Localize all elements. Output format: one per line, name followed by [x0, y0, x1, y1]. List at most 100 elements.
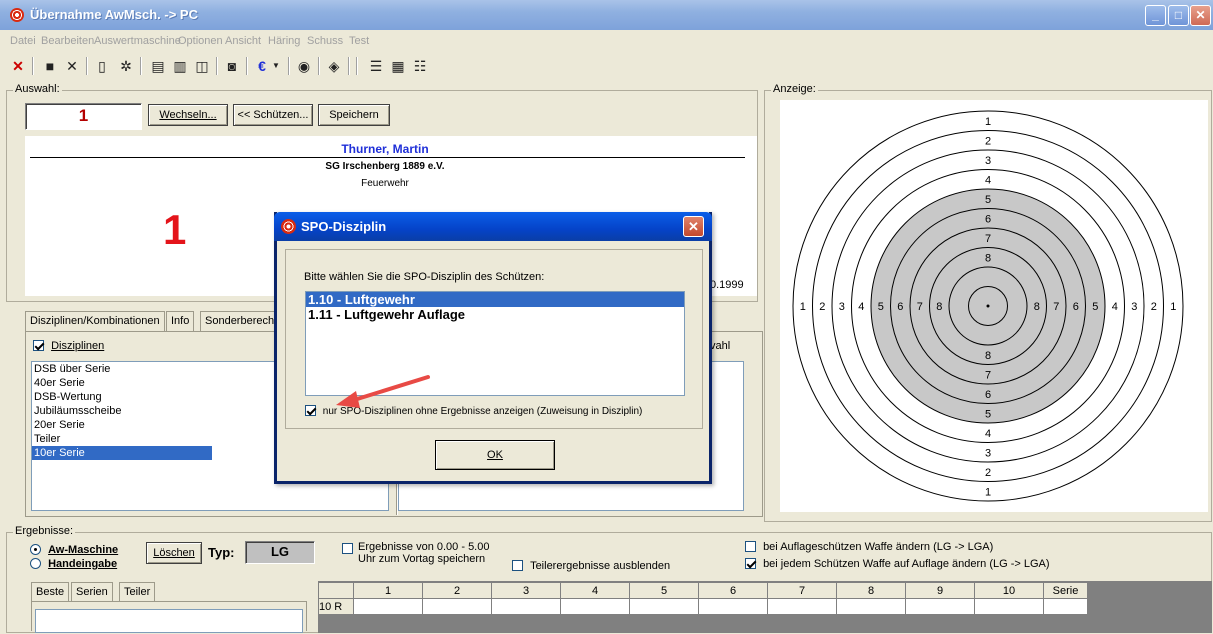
shooter-number-field[interactable]: 1	[25, 103, 142, 130]
tab-sonderberech[interactable]: Sonderberech	[200, 311, 280, 331]
opt-auflage2-row[interactable]: bei jedem Schützen Waffe auf Auflage änd…	[745, 558, 1050, 570]
ring-number: 2	[819, 301, 825, 313]
print-preview-icon[interactable]: ◫	[192, 56, 212, 76]
menu-ansicht[interactable]: Ansicht	[225, 35, 261, 47]
grid-cell[interactable]	[767, 598, 837, 615]
spo-dialog-prompt: Bitte wählen Sie die SPO-Disziplin des S…	[304, 271, 545, 283]
ring-number: 3	[985, 447, 991, 459]
opt-auflage1-row[interactable]: bei Auflageschützen Waffe ändern (LG -> …	[745, 541, 993, 553]
target-app-icon	[10, 8, 24, 22]
target-icon[interactable]: ◉	[294, 56, 314, 76]
ring-number: 7	[917, 301, 923, 313]
ring-number: 4	[985, 428, 991, 440]
radio-aw-maschine-row[interactable]: Aw-Maschine	[30, 544, 118, 556]
ring-number: 8	[936, 301, 942, 313]
grid-cell[interactable]	[836, 598, 906, 615]
shooter-club: SG Irschenberg 1889 e.V.	[325, 161, 445, 172]
save-icon[interactable]: ■	[40, 56, 60, 76]
grid-cell[interactable]	[353, 598, 423, 615]
results-grid: 1 2 3 4 5 6 7 8 9 10 Serie 10 R	[318, 582, 1088, 615]
radio-aw-maschine[interactable]	[30, 544, 41, 555]
results-list[interactable]	[35, 609, 303, 633]
menu-haering[interactable]: Häring	[268, 35, 300, 47]
close-icon[interactable]: ✕	[1190, 5, 1211, 26]
ring-number: 6	[897, 301, 903, 313]
grid-cell[interactable]	[698, 598, 768, 615]
spo-option-luftgewehr[interactable]: 1.10 - Luftgewehr	[306, 292, 684, 307]
dialog-close-icon[interactable]: ✕	[683, 216, 704, 237]
exit-icon[interactable]: ✕	[8, 56, 28, 76]
shooter-year: 0.1999	[710, 279, 744, 291]
print-all-icon[interactable]: ▥	[170, 56, 190, 76]
opt-teiler-row[interactable]: Teilerergebnisse ausblenden	[512, 560, 670, 572]
shooting-target: 1 1 1 1 2 2 2 2 3 3 3 3 4 4 4 4 5 5 5 5 6 6 6 6 7 7 7 7 8 8 8 8	[792, 110, 1184, 502]
results-tab-panel	[31, 601, 307, 633]
camera-icon[interactable]: ◙	[222, 56, 242, 76]
grid-cell[interactable]	[905, 598, 975, 615]
loeschen-button[interactable]: Löschen	[146, 542, 202, 564]
grid-header: Serie	[1043, 582, 1088, 599]
opt-range-checkbox[interactable]	[342, 543, 353, 554]
ring-number: 1	[1170, 301, 1176, 313]
menu-auswertmaschine[interactable]: Auswertmaschine	[94, 35, 181, 47]
grid-cell[interactable]	[974, 598, 1044, 615]
opt-teiler-checkbox[interactable]	[512, 560, 523, 571]
new-document-icon[interactable]: ▯	[92, 56, 112, 76]
tab-beste[interactable]: Beste	[31, 582, 70, 602]
maximize-icon[interactable]: □	[1168, 5, 1189, 26]
delete-icon[interactable]: ✕	[62, 56, 82, 76]
print-icon[interactable]: ▤	[148, 56, 168, 76]
chevron-down-icon[interactable]: ▼	[266, 56, 286, 76]
properties-icon[interactable]: ▦	[388, 56, 408, 76]
ring-number: 7	[1053, 301, 1059, 313]
target-center	[986, 304, 990, 308]
radio-handeingabe-label: Handeingabe	[48, 558, 118, 570]
grid-cell[interactable]	[629, 598, 699, 615]
opt-auflage1-checkbox[interactable]	[745, 541, 756, 552]
list-item[interactable]: 10er Serie	[32, 446, 212, 460]
radio-handeingabe-row[interactable]: Handeingabe	[30, 558, 117, 570]
schuetzen-button[interactable]: << Schützen...	[233, 104, 313, 126]
menu-test[interactable]: Test	[349, 35, 369, 47]
list-icon[interactable]: ☰	[366, 56, 386, 76]
spo-filter-checkbox[interactable]	[305, 405, 316, 416]
menu-optionen[interactable]: Optionen	[178, 35, 223, 47]
grid-header: 7	[767, 582, 837, 599]
ring-number: 8	[985, 252, 991, 264]
menu-datei[interactable]: Datei	[10, 35, 36, 47]
disciplines-checkbox-row[interactable]: Disziplinen	[33, 340, 104, 352]
spo-dialog-title: SPO-Disziplin	[301, 219, 387, 234]
tab-teiler[interactable]: Teiler	[119, 582, 156, 602]
grid-cell[interactable]	[491, 598, 561, 615]
tab-info[interactable]: Info	[166, 311, 195, 331]
ring-number: 3	[985, 155, 991, 167]
opt-range-row[interactable]	[342, 543, 353, 555]
disk-icon[interactable]: ◈	[324, 56, 344, 76]
target-display: 1 1 1 1 2 2 2 2 3 3 3 3 4 4 4 4 5 5 5 5 6 6 6 6 7 7 7 7 8 8 8 8	[780, 100, 1208, 512]
radio-aw-maschine-label: Aw-Maschine	[48, 544, 119, 556]
speichern-button[interactable]: Speichern	[318, 104, 390, 126]
shooter-name: Thurner, Martin	[341, 142, 429, 156]
grid-header: 2	[422, 582, 492, 599]
ring-number: 2	[985, 467, 991, 479]
radio-handeingabe[interactable]	[30, 558, 41, 569]
grid-cell[interactable]	[1043, 598, 1088, 615]
tab-serien[interactable]: Serien	[71, 582, 113, 602]
menu-bearbeiten[interactable]: Bearbeiten	[41, 35, 94, 47]
spo-option-luftgewehr-auflage[interactable]: 1.11 - Luftgewehr Auflage	[306, 307, 684, 322]
grid-cell[interactable]	[560, 598, 630, 615]
typ-label: Typ:	[208, 545, 235, 560]
opt-auflage2-checkbox[interactable]	[745, 558, 756, 569]
ok-button[interactable]: OK	[435, 440, 555, 470]
settings-icon[interactable]: ✲	[116, 56, 136, 76]
ring-number: 4	[985, 174, 991, 186]
tab-disziplinen[interactable]: Disziplinen/Kombinationen	[25, 311, 165, 331]
details-icon[interactable]: ☷	[410, 56, 430, 76]
wechseln-button[interactable]: Wechseln...	[148, 104, 228, 126]
grid-cell[interactable]	[422, 598, 492, 615]
ring-number: 3	[839, 301, 845, 313]
disciplines-checkbox[interactable]	[33, 340, 44, 351]
ring-number: 2	[1151, 301, 1157, 313]
menu-schuss[interactable]: Schuss	[307, 35, 343, 47]
minimize-icon[interactable]: _	[1145, 5, 1166, 26]
